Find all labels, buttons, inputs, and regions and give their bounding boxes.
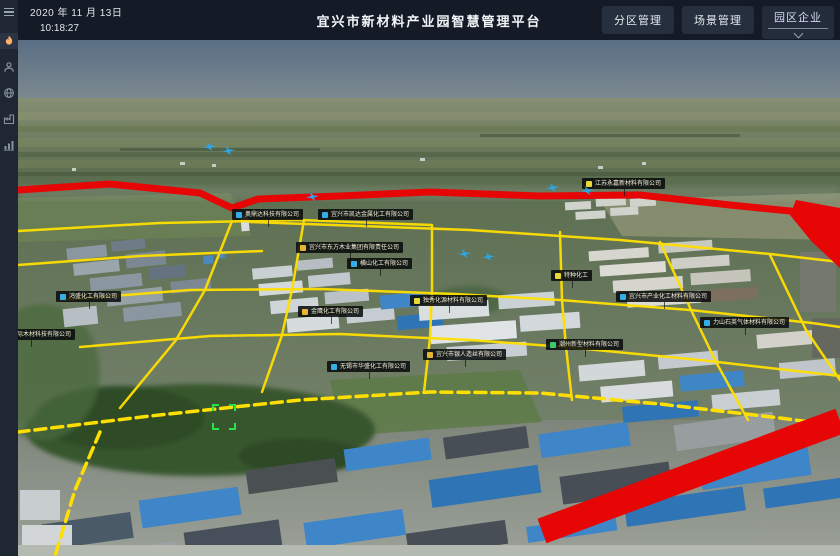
smart-park-platform: 2020 年 11 月 13日 10:18:27 宜兴市新材料产业园智慧管理平台… <box>0 0 840 556</box>
chevron-down-icon <box>793 29 803 39</box>
company-name: 宜兴市银人造丝有限公司 <box>436 352 502 358</box>
company-category-icon <box>351 261 357 267</box>
company-name: 宜兴市产业化工材料有限公司 <box>629 294 707 300</box>
globe-icon <box>3 87 15 99</box>
aerial-marker-icon[interactable] <box>546 183 559 192</box>
sidebar-item-chart[interactable] <box>0 137 18 153</box>
company-category-icon <box>586 181 592 187</box>
company-label[interactable]: 宜兴市凯达金属化工有限公司 <box>318 209 413 220</box>
aerial-marker-icon[interactable] <box>203 142 216 151</box>
user-icon <box>3 61 15 73</box>
reticle-corner <box>212 423 219 430</box>
menu-icon[interactable] <box>0 3 18 21</box>
company-label[interactable]: 独秀化源材料有限公司 <box>410 295 487 306</box>
company-name: 宜兴国际木材科技有限公司 <box>18 332 71 338</box>
selection-reticle <box>212 404 236 430</box>
reticle-corner <box>229 423 236 430</box>
company-label[interactable]: 力山石英气体材料有限公司 <box>700 317 789 328</box>
company-name: 金鹰化工有限公司 <box>311 309 359 315</box>
company-label[interactable]: 金鹰化工有限公司 <box>298 306 363 317</box>
company-label[interactable]: 宜兴市银人造丝有限公司 <box>423 349 506 360</box>
aerial-marker-icon[interactable] <box>458 249 471 258</box>
company-name: 宜兴市凯达金属化工有限公司 <box>331 212 409 218</box>
company-label[interactable]: 特种化工 <box>551 270 592 281</box>
aerial-marker-icon[interactable] <box>222 146 235 155</box>
company-label[interactable]: 宜兴市东方木业集团有限责任公司 <box>296 242 403 253</box>
bar-chart-icon <box>3 139 15 151</box>
scene-management-button[interactable]: 场景管理 <box>682 6 754 34</box>
company-category-icon <box>427 352 433 358</box>
company-label[interactable]: 江苏永嘉新材料有限公司 <box>582 178 665 189</box>
company-label[interactable]: 横山化工有限公司 <box>347 258 412 269</box>
reticle-corner <box>229 404 236 411</box>
company-category-icon <box>414 298 420 304</box>
company-label[interactable]: 宜兴国际木材科技有限公司 <box>18 329 75 340</box>
company-name: 江苏永嘉新材料有限公司 <box>595 181 661 187</box>
company-name: 力山石英气体材料有限公司 <box>713 320 785 326</box>
company-name: 潮州新型材料有限公司 <box>559 342 619 348</box>
company-label[interactable]: 无锡市华盛化工有限公司 <box>327 361 410 372</box>
factory-icon <box>3 113 15 125</box>
sidebar-item-user[interactable] <box>0 59 18 75</box>
company-label[interactable]: 奥鼎达科技有限公司 <box>232 209 303 220</box>
company-label[interactable]: 鸿盛化工有限公司 <box>56 291 121 302</box>
company-category-icon <box>620 294 626 300</box>
dropdown-label: 园区企业 <box>774 9 822 25</box>
company-name: 横山化工有限公司 <box>360 261 408 267</box>
company-category-icon <box>322 212 328 218</box>
company-label[interactable]: 宜兴市产业化工材料有限公司 <box>616 291 711 302</box>
reticle-corner <box>212 404 219 411</box>
company-name: 鸿盛化工有限公司 <box>69 294 117 300</box>
map-3d-view[interactable]: 奥鼎达科技有限公司 宜兴市凯达金属化工有限公司宜兴市东方木业集团有限责任公司横山化… <box>18 40 840 556</box>
sidebar-item-globe[interactable] <box>0 85 18 101</box>
park-enterprise-dropdown[interactable]: 园区企业 <box>762 6 834 39</box>
company-name: 独秀化源材料有限公司 <box>423 298 483 304</box>
top-header: 2020 年 11 月 13日 10:18:27 宜兴市新材料产业园智慧管理平台… <box>18 0 840 40</box>
company-name: 无锡市华盛化工有限公司 <box>340 364 406 370</box>
sidebar-item-factory[interactable] <box>0 111 18 127</box>
company-name: 奥鼎达科技有限公司 <box>245 212 299 218</box>
company-category-icon <box>704 320 710 326</box>
company-category-icon <box>300 245 306 251</box>
company-category-icon <box>60 294 66 300</box>
fire-icon <box>3 35 15 47</box>
company-category-icon <box>236 212 242 218</box>
aerial-marker-icon[interactable] <box>482 252 495 261</box>
company-name: 宜兴市东方木业集团有限责任公司 <box>309 245 399 251</box>
company-category-icon <box>550 342 556 348</box>
company-label[interactable]: 潮州新型材料有限公司 <box>546 339 623 350</box>
zone-management-button[interactable]: 分区管理 <box>602 6 674 34</box>
sidebar-item-fire[interactable] <box>0 33 18 49</box>
company-name: 特种化工 <box>564 273 588 279</box>
aerial-marker-icon[interactable] <box>306 192 319 201</box>
company-category-icon <box>302 309 308 315</box>
company-category-icon <box>555 273 561 279</box>
company-category-icon <box>331 364 337 370</box>
map-overlay: 奥鼎达科技有限公司 宜兴市凯达金属化工有限公司宜兴市东方木业集团有限责任公司横山化… <box>18 40 840 556</box>
left-sidebar <box>0 0 18 556</box>
